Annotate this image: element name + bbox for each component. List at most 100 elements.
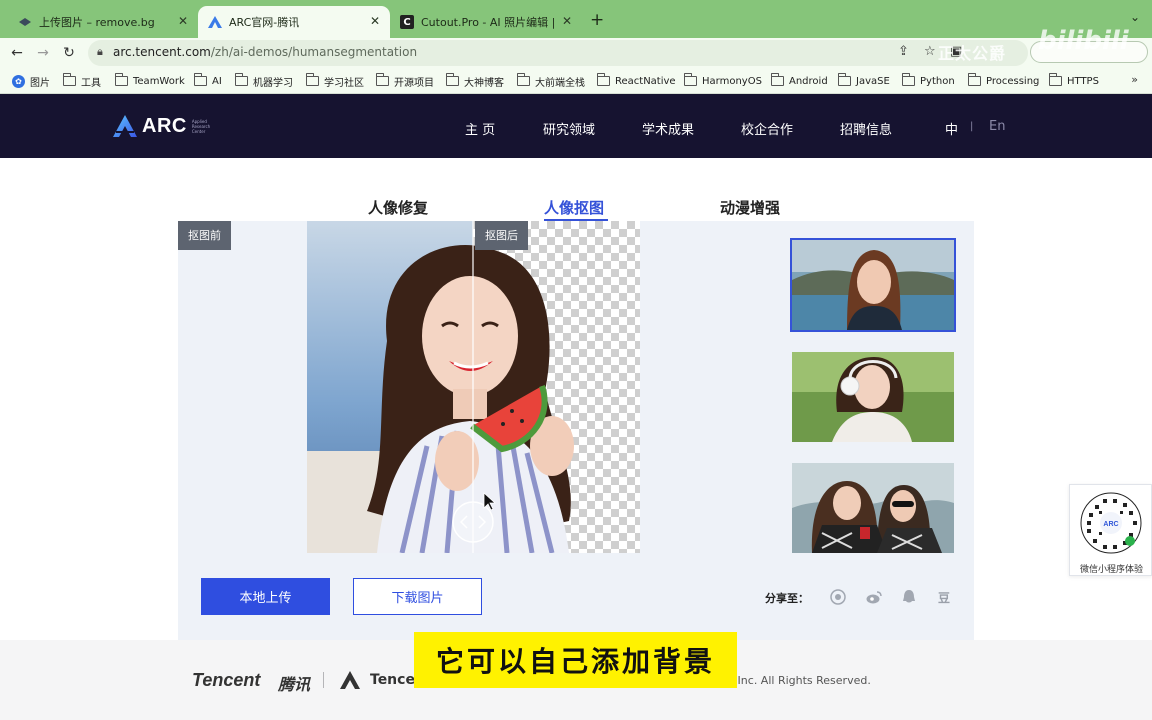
sample-thumbnail[interactable] xyxy=(792,463,954,553)
bookmark-folder[interactable]: ReactNative xyxy=(597,73,676,89)
copyright-text: ent Inc. All Rights Reserved. xyxy=(716,674,871,687)
url-text: arc.tencent.com/zh/ai-demos/humansegment… xyxy=(113,45,418,59)
folder-icon xyxy=(597,73,610,86)
tab-arc-tencent[interactable]: ARC官网-腾讯 ✕ xyxy=(198,6,390,38)
nav-publications[interactable]: 学术成果 xyxy=(642,119,694,138)
folder-icon xyxy=(446,73,459,86)
folder-icon xyxy=(63,73,76,86)
folder-icon xyxy=(306,73,319,86)
baidu-paw-icon: ✿ xyxy=(12,74,25,88)
portrait-photo-illustration xyxy=(307,221,640,553)
wechat-icon[interactable] xyxy=(829,588,847,606)
folder-icon xyxy=(194,73,207,86)
tab-title: 上传图片 – remove.bg xyxy=(39,16,155,29)
logo-wordmark: ARC xyxy=(142,114,187,137)
after-label: 抠图后 xyxy=(475,221,528,250)
bookmark-folder[interactable]: 大神博客 xyxy=(446,73,504,89)
folder-icon xyxy=(517,73,530,86)
address-bar[interactable]: 🔒︎ arc.tencent.com/zh/ai-demos/humansegm… xyxy=(88,40,1028,66)
before-after-compare-image[interactable] xyxy=(307,221,640,553)
sample-thumbnail[interactable] xyxy=(792,352,954,442)
bookmark-folder[interactable]: Python xyxy=(902,73,955,89)
tab-portrait-matting[interactable]: 人像抠图 xyxy=(544,197,604,218)
bookmark-folder[interactable]: JavaSE xyxy=(838,73,890,89)
bookmark-folder[interactable]: 学习社区 xyxy=(306,73,364,89)
folder-icon xyxy=(376,73,389,86)
tab-title: Cutout.Pro - AI 照片编辑 | 视频 xyxy=(421,16,559,29)
bookmark-folder[interactable]: 工具 xyxy=(63,73,101,89)
folder-icon xyxy=(838,73,851,86)
folder-icon xyxy=(771,73,784,86)
reload-icon[interactable]: ↻ xyxy=(58,42,80,64)
folder-icon xyxy=(684,73,697,86)
video-subtitle: 它可以自己添加背景 xyxy=(414,632,737,688)
sample-photo-headphones-girl xyxy=(792,352,954,442)
folder-icon xyxy=(902,73,915,86)
bilibili-watermark-logo: bilibili xyxy=(1038,26,1129,56)
folder-icon xyxy=(968,73,981,86)
tencent-logo-en: Tencent xyxy=(192,670,261,690)
qr-code-icon: ARC xyxy=(1080,492,1142,554)
back-arrow-icon[interactable]: ← xyxy=(6,42,28,64)
close-tab-icon[interactable]: ✕ xyxy=(562,14,572,28)
tab-title: ARC官网-腾讯 xyxy=(229,16,300,29)
bookmarks-bar: ✿ 图片 工具 TeamWork AI 机器学习 学习社区 开源项目 大神博客 大… xyxy=(0,68,1152,94)
folder-icon xyxy=(235,73,248,86)
forward-arrow-icon[interactable]: → xyxy=(32,42,54,64)
bookmark-item[interactable]: ✿ 图片 xyxy=(12,73,50,89)
folder-icon xyxy=(115,73,128,86)
remove-bg-icon xyxy=(18,15,32,29)
more-bookmarks-chevron[interactable]: » xyxy=(1131,73,1138,86)
lock-icon: 🔒︎ xyxy=(97,45,103,58)
svg-text:ARC: ARC xyxy=(1103,521,1118,528)
tab-portrait-restore[interactable]: 人像修复 xyxy=(368,197,428,218)
download-image-button[interactable]: 下载图片 xyxy=(353,578,482,615)
tab-search-chevron-icon[interactable]: ⌄ xyxy=(1130,10,1140,24)
sample-photo-lake-portrait xyxy=(792,240,954,330)
bookmark-star-icon[interactable]: ☆ xyxy=(924,44,936,59)
mini-program-qr-card[interactable]: ARC 微信小程序体验 xyxy=(1069,484,1152,576)
bookmark-folder[interactable]: 大前端全栈 xyxy=(517,73,585,89)
lang-en[interactable]: En xyxy=(989,119,1005,134)
sample-thumbnail[interactable] xyxy=(790,238,956,332)
arc-logo-icon xyxy=(208,15,222,29)
douban-icon[interactable]: 豆 xyxy=(935,588,953,606)
bookmark-folder[interactable]: 机器学习 xyxy=(235,73,293,89)
bookmark-folder[interactable]: TeamWork xyxy=(115,73,185,89)
upload-local-button[interactable]: 本地上传 xyxy=(201,578,330,615)
lang-zh[interactable]: 中 xyxy=(945,119,958,138)
tencent-arc-logo-icon xyxy=(339,670,361,694)
browser-tab-bar: 上传图片 – remove.bg ✕ ARC官网-腾讯 ✕ C Cutout.P… xyxy=(0,0,1152,38)
tab-anime-enhance[interactable]: 动漫增强 xyxy=(720,197,780,218)
bookmark-folder[interactable]: 开源项目 xyxy=(376,73,434,89)
close-tab-icon[interactable]: ✕ xyxy=(178,14,188,28)
bookmark-folder[interactable]: HTTPS xyxy=(1049,73,1099,89)
nav-research[interactable]: 研究领域 xyxy=(543,119,595,138)
logo-subtext: Applied Research Center xyxy=(191,118,211,134)
share-label: 分享至： xyxy=(765,592,809,605)
bookmark-folder[interactable]: AI xyxy=(194,73,222,89)
arc-logo[interactable]: ARC Applied Research Center xyxy=(112,112,218,140)
bookmark-folder[interactable]: Processing xyxy=(968,73,1039,89)
nav-home[interactable]: 主 页 xyxy=(465,119,495,138)
tencent-logo-cn: 腾讯 xyxy=(278,675,311,694)
before-label: 抠图前 xyxy=(178,221,231,250)
nav-cooperation[interactable]: 校企合作 xyxy=(741,119,793,138)
close-tab-icon[interactable]: ✕ xyxy=(370,14,380,28)
lang-separator: | xyxy=(970,121,974,132)
watermark-text: 正太公爵 xyxy=(938,44,1007,63)
sample-photo-two-friends xyxy=(792,463,954,553)
arc-mountain-icon xyxy=(112,114,138,138)
new-tab-button[interactable]: + xyxy=(590,10,604,30)
bookmark-folder[interactable]: Android xyxy=(771,73,828,89)
qq-icon[interactable] xyxy=(900,588,918,606)
folder-icon xyxy=(1049,73,1062,86)
share-page-icon[interactable]: ⇪ xyxy=(898,44,909,59)
nav-careers[interactable]: 招聘信息 xyxy=(840,119,892,138)
tab-cutout-pro[interactable]: C Cutout.Pro - AI 照片编辑 | 视频 ✕ xyxy=(390,6,582,38)
weibo-icon[interactable] xyxy=(865,588,883,606)
bookmark-folder[interactable]: HarmonyOS xyxy=(684,73,762,89)
qr-caption: 微信小程序体验 xyxy=(1079,565,1143,575)
tab-remove-bg[interactable]: 上传图片 – remove.bg ✕ xyxy=(8,6,198,38)
cutout-c-icon: C xyxy=(400,15,414,29)
